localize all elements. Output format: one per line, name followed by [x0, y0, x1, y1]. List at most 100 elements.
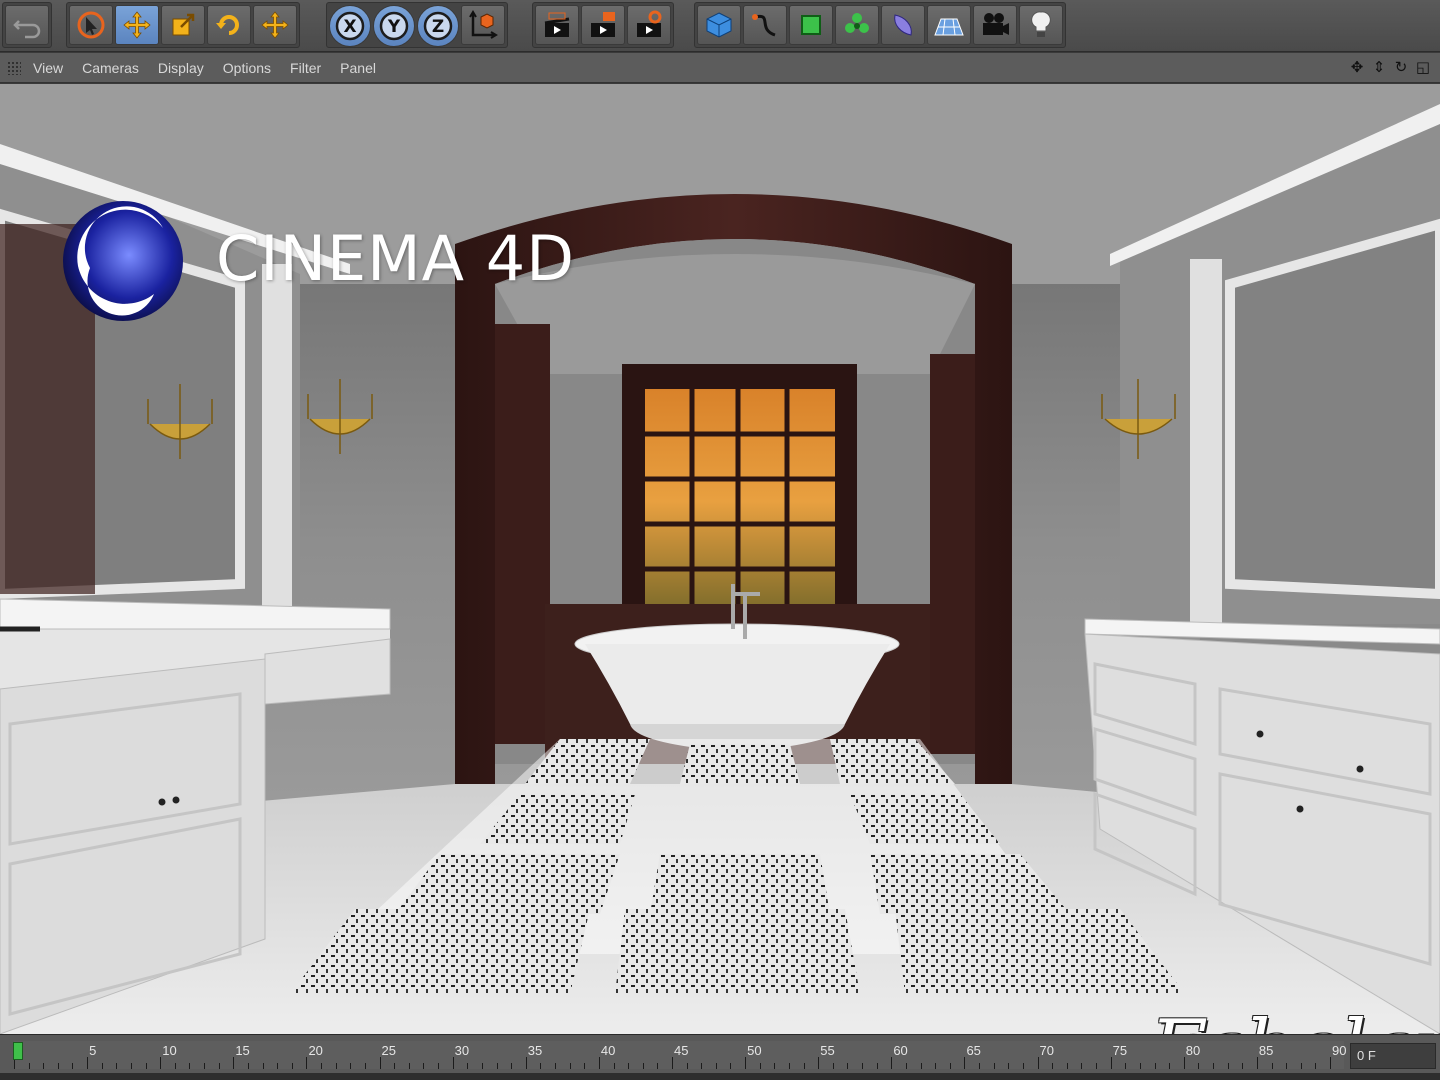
y-axis-icon[interactable]: Y [373, 5, 415, 47]
timeline-tick [262, 1063, 264, 1069]
panel-grip-icon[interactable] [7, 60, 21, 75]
timeline-tick-label: 60 [893, 1043, 908, 1058]
timeline-tick [511, 1063, 513, 1069]
timeline-tick [1169, 1063, 1171, 1069]
timeline-tick [745, 1057, 747, 1069]
timeline-tick [569, 1063, 571, 1069]
timeline-tick-label: 70 [1039, 1043, 1055, 1058]
move-add-icon[interactable] [253, 5, 297, 45]
maximize-view-icon[interactable]: ◱ [1414, 58, 1432, 76]
axes-group: X Y Z [326, 2, 508, 48]
timeline-tick [949, 1063, 951, 1069]
render-view-icon[interactable] [535, 5, 579, 45]
timeline-tick [1256, 1057, 1258, 1069]
tools-group [66, 2, 300, 48]
timeline-tick [1286, 1063, 1288, 1069]
svg-text:Y: Y [387, 17, 401, 37]
undo-icon[interactable] [5, 5, 49, 45]
deformer-icon[interactable] [881, 5, 925, 45]
menu-view[interactable]: View [33, 60, 63, 76]
timeline-tick [1227, 1063, 1229, 1069]
timeline-tick [394, 1063, 396, 1069]
cinema4d-logo-icon [63, 201, 183, 321]
dolly-view-icon[interactable]: ⇕ [1370, 58, 1388, 76]
menu-display[interactable]: Display [158, 60, 204, 76]
cloner-icon[interactable] [835, 5, 879, 45]
menu-options[interactable]: Options [223, 60, 271, 76]
timeline-tick [160, 1057, 162, 1069]
timeline-tick [204, 1063, 206, 1069]
light-icon[interactable] [1019, 5, 1063, 45]
timeline-tick [277, 1063, 279, 1069]
timeline-tick-label: 5 [89, 1043, 97, 1058]
timeline-tick [1008, 1063, 1010, 1069]
timeline-tick-label: 90 [1332, 1043, 1347, 1058]
subdivision-icon[interactable] [789, 5, 833, 45]
menu-panel[interactable]: Panel [340, 60, 376, 76]
timeline-tick [759, 1063, 761, 1069]
live-selection-icon[interactable] [69, 5, 113, 45]
timeline-tick [672, 1057, 673, 1069]
3d-viewport[interactable]: CINEMA 4D Fabelar [0, 84, 1440, 1034]
rotate-view-icon[interactable]: ↻ [1392, 58, 1410, 76]
timeline-scrollbar[interactable] [0, 1073, 1440, 1080]
timeline-tick [1300, 1063, 1302, 1069]
move-icon[interactable] [115, 5, 159, 45]
timeline-tick [1037, 1057, 1039, 1069]
timeline-tick [628, 1063, 630, 1069]
render-settings-icon[interactable] [627, 5, 671, 45]
view-navigation: ✥ ⇕ ↻ ◱ [1348, 58, 1432, 76]
timeline-tick [1183, 1057, 1185, 1069]
svg-text:Z: Z [432, 17, 444, 37]
playhead-marker[interactable] [13, 1042, 23, 1060]
timeline-tick [496, 1063, 498, 1069]
timeline-tick [525, 1057, 527, 1069]
timeline-tick [87, 1057, 89, 1069]
timeline-tick [730, 1063, 732, 1069]
x-axis-icon[interactable]: X [329, 5, 371, 47]
timeline-tick [862, 1063, 864, 1069]
timeline-tick-label: 50 [747, 1043, 762, 1058]
timeline-tick [1154, 1063, 1156, 1069]
timeline-tick [876, 1063, 878, 1069]
timeline-tick [832, 1063, 834, 1069]
menu-cameras[interactable]: Cameras [82, 60, 139, 76]
timeline-tick [130, 1063, 132, 1069]
timeline-tick [189, 1063, 191, 1069]
timeline-tick [306, 1057, 308, 1069]
cube-icon[interactable] [697, 5, 741, 45]
timeline-tick [1330, 1057, 1331, 1069]
timeline-tick [350, 1063, 352, 1069]
z-axis-icon[interactable]: Z [417, 5, 459, 47]
render-group [532, 2, 674, 48]
camera-icon[interactable] [973, 5, 1017, 45]
timeline-tick [788, 1063, 790, 1069]
timeline-tick [1315, 1063, 1317, 1069]
timeline-tick [247, 1063, 249, 1069]
timeline-tick-label: 75 [1112, 1043, 1128, 1058]
timeline-tick [408, 1063, 410, 1069]
spline-pen-icon[interactable] [743, 5, 787, 45]
timeline-tick [174, 1063, 176, 1069]
svg-text:X: X [343, 17, 356, 37]
timeline-tick [364, 1063, 366, 1069]
cinema4d-window: X Y Z View Cameras Display Options Filte… [0, 0, 1440, 1080]
timeline-ruler[interactable]: 051015202530354045505560657075808590 [14, 1041, 1347, 1069]
timeline-tick [1096, 1063, 1098, 1069]
move-view-icon[interactable]: ✥ [1348, 58, 1366, 76]
rotate-icon[interactable] [207, 5, 251, 45]
timeline-tick [701, 1063, 703, 1069]
timeline-tick [1242, 1063, 1244, 1069]
floor-icon[interactable] [927, 5, 971, 45]
timeline-tick [891, 1057, 893, 1069]
timeline-tick [481, 1063, 483, 1069]
timeline: 051015202530354045505560657075808590 0 F [0, 1034, 1440, 1080]
scale-icon[interactable] [161, 5, 205, 45]
menu-filter[interactable]: Filter [290, 60, 321, 76]
current-frame-field[interactable]: 0 F [1350, 1043, 1436, 1069]
coordinate-system-icon[interactable] [461, 5, 505, 45]
timeline-tick [803, 1063, 805, 1069]
render-picture-viewer-icon[interactable] [581, 5, 625, 45]
timeline-tick [598, 1057, 600, 1069]
timeline-tick [1052, 1063, 1054, 1069]
